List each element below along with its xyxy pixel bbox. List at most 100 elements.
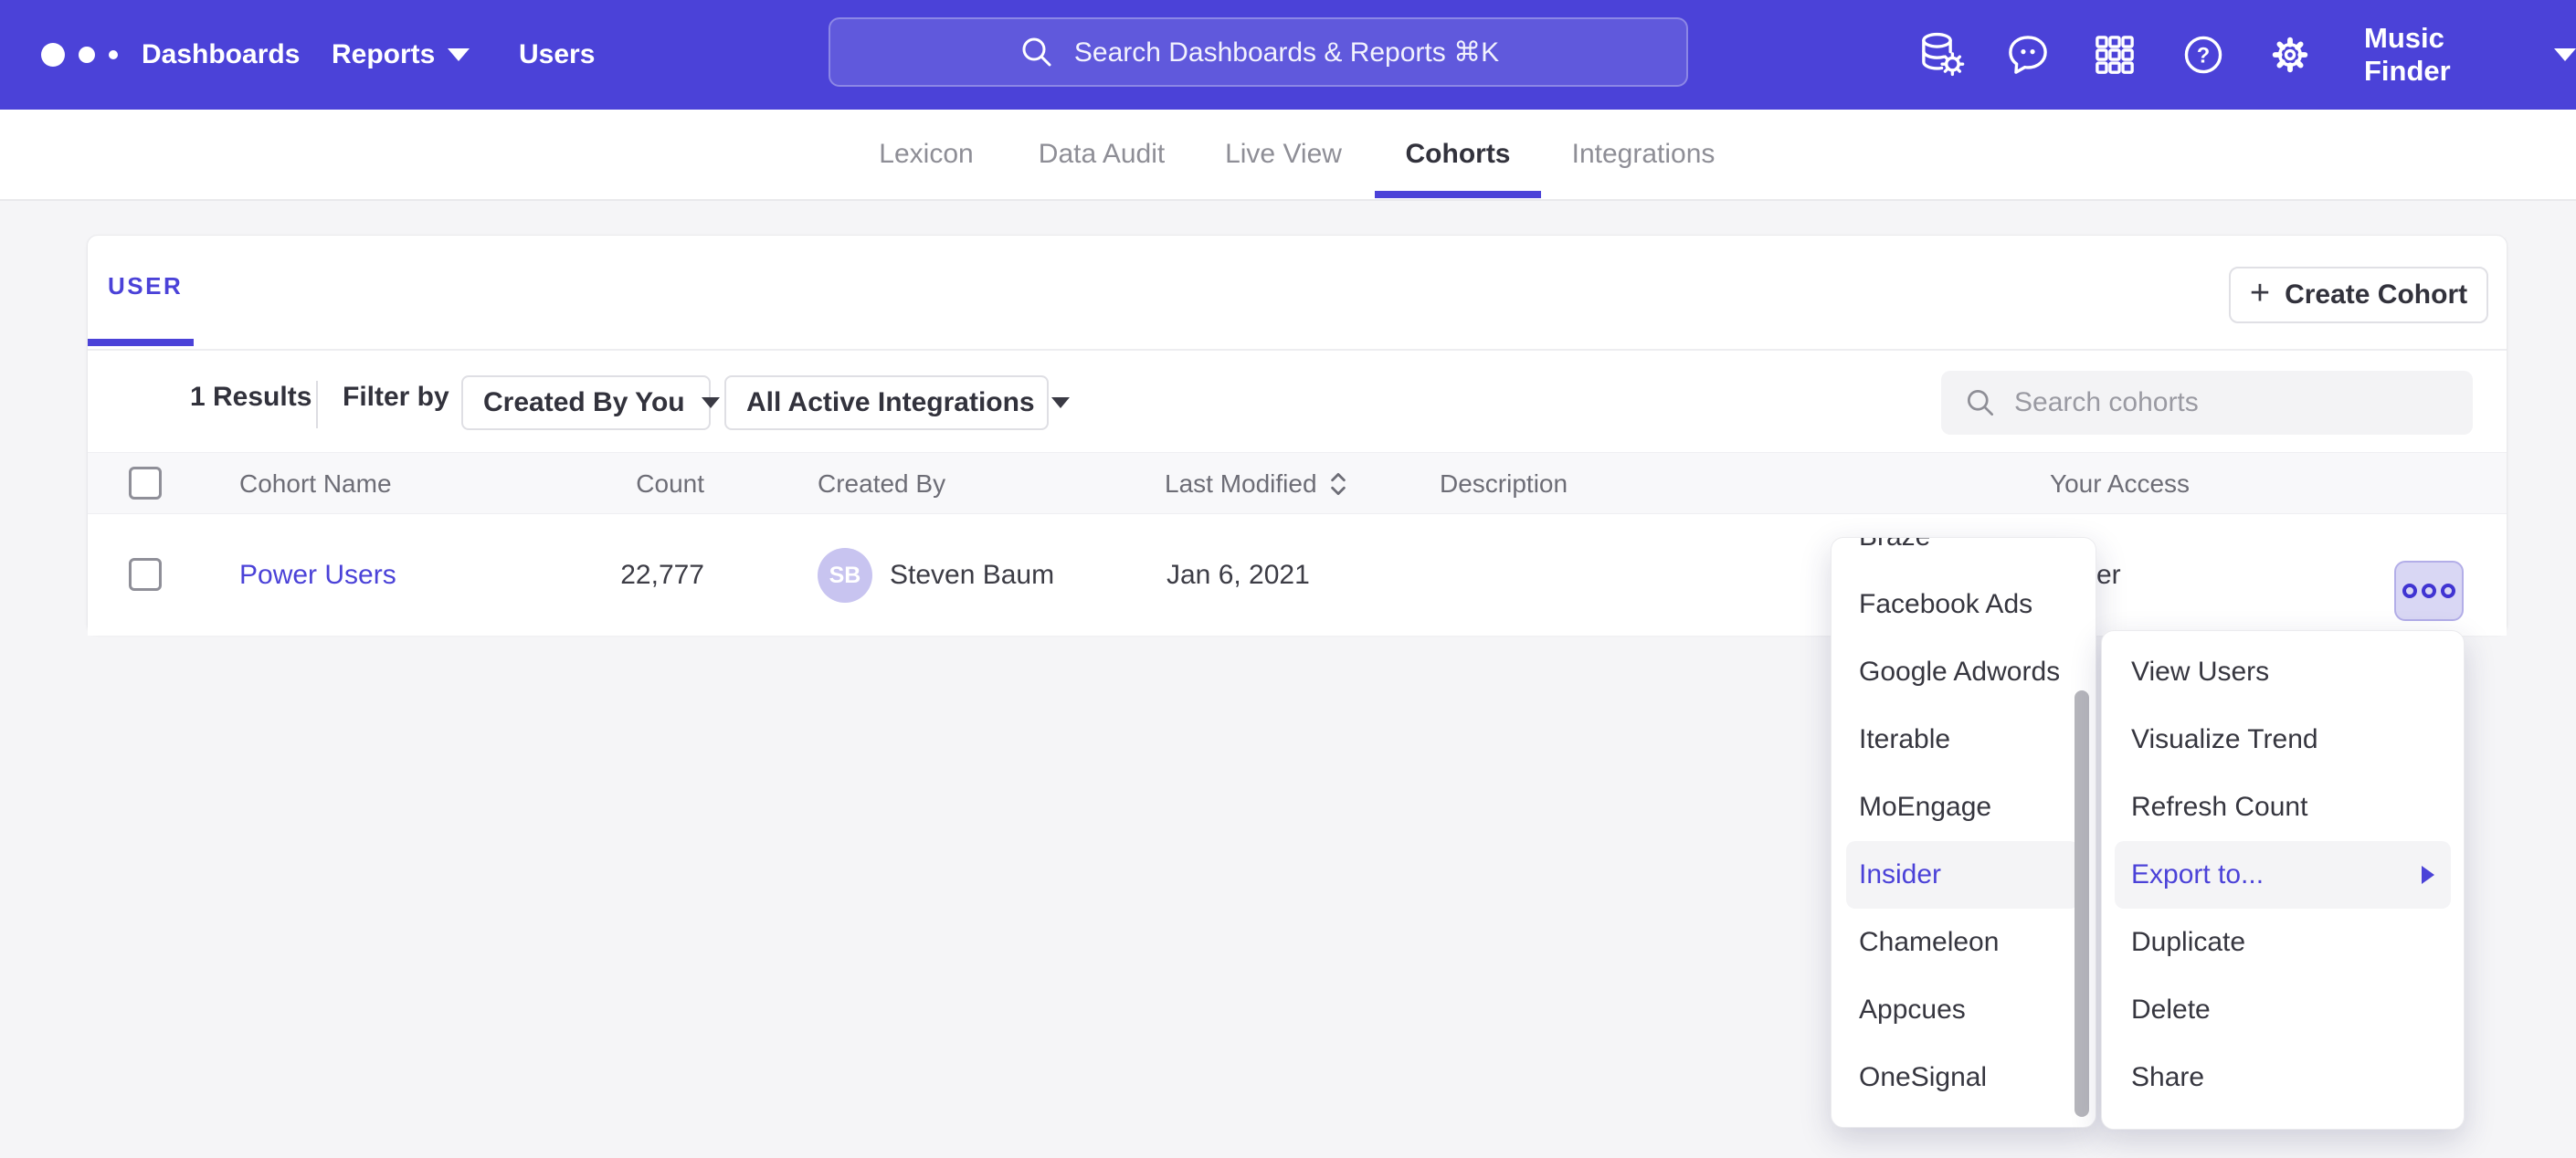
submenu-item-label: MoEngage: [1859, 792, 1991, 823]
menu-item-view-users[interactable]: View Users: [2115, 638, 2451, 706]
export-destinations-submenu: Braze Facebook Ads Google Adwords Iterab…: [1831, 537, 2096, 1128]
row-actions-list: View Users Visualize Trend Refresh Count…: [2102, 638, 2464, 1111]
tab-user-cohorts[interactable]: USER: [108, 272, 183, 300]
create-cohort-label: Create Cohort: [2285, 279, 2467, 311]
submenu-scrollbar[interactable]: [2075, 690, 2089, 1117]
chevron-down-icon: [702, 397, 720, 408]
results-count: 1 Results: [190, 382, 311, 413]
account-name: Music Finder: [2364, 22, 2530, 88]
nav-users[interactable]: Users: [519, 0, 595, 110]
submenu-item-moengage[interactable]: MoEngage: [1846, 774, 2079, 841]
export-destinations-list: Braze Facebook Ads Google Adwords Iterab…: [1832, 537, 2096, 1111]
submenu-item-label: Chameleon: [1859, 927, 1999, 958]
tab-live-view-label: Live View: [1225, 139, 1342, 170]
tab-cohorts[interactable]: Cohorts: [1406, 110, 1511, 199]
submenu-item-label: Facebook Ads: [1859, 589, 2032, 620]
created-by-filter-dropdown[interactable]: Created By You: [461, 375, 711, 430]
menu-item-delete[interactable]: Delete: [2115, 976, 2451, 1044]
feedback-button[interactable]: [2002, 29, 2053, 80]
menu-item-label: Visualize Trend: [2131, 724, 2318, 755]
select-all-checkbox[interactable]: [129, 467, 162, 500]
submenu-item-facebook-ads[interactable]: Facebook Ads: [1846, 571, 2079, 638]
menu-item-share[interactable]: Share: [2115, 1044, 2451, 1111]
apps-launcher-button[interactable]: [2089, 29, 2140, 80]
tab-integrations-label: Integrations: [1572, 139, 1716, 170]
table-header-row: Cohort Name Count Created By Last Modifi…: [88, 452, 2507, 514]
tab-lexicon[interactable]: Lexicon: [879, 110, 973, 199]
help-button[interactable]: ?: [2178, 29, 2229, 80]
column-header-count[interactable]: Count: [522, 453, 704, 515]
avatar-initials: SB: [829, 563, 861, 589]
database-gear-icon: [1916, 30, 1966, 79]
menu-item-label: Share: [2131, 1062, 2204, 1093]
column-header-last-modified[interactable]: Last Modified: [1165, 453, 1348, 515]
row-actions-button[interactable]: [2394, 561, 2464, 621]
help-icon: ?: [2179, 30, 2228, 79]
svg-text:?: ?: [2197, 44, 2210, 68]
secondary-navigation: Lexicon Data Audit Live View Cohorts Int…: [0, 110, 2576, 201]
submenu-arrow-icon: [2422, 866, 2434, 884]
submenu-item-appcues[interactable]: Appcues: [1846, 976, 2079, 1044]
column-header-cohort-name[interactable]: Cohort Name: [239, 453, 392, 515]
menu-item-duplicate[interactable]: Duplicate: [2115, 909, 2451, 976]
top-navigation-bar: Dashboards Reports Users Search Dashboar…: [0, 0, 2576, 110]
cohort-name-link[interactable]: Power Users: [239, 514, 396, 636]
tab-live-view[interactable]: Live View: [1225, 110, 1342, 199]
nav-reports[interactable]: Reports: [332, 0, 470, 110]
submenu-item-insider[interactable]: Insider: [1846, 841, 2079, 909]
data-management-button[interactable]: [1916, 29, 1967, 80]
global-search-bar[interactable]: Search Dashboards & Reports ⌘K: [829, 17, 1688, 87]
submenu-item-label: Braze: [1859, 537, 1930, 553]
create-cohort-button[interactable]: + Create Cohort: [2229, 267, 2488, 323]
integrations-filter-value: All Active Integrations: [746, 387, 1035, 418]
sort-icon[interactable]: [1328, 469, 1348, 499]
filter-by-label: Filter by: [343, 382, 449, 413]
search-cohorts-input[interactable]: Search cohorts: [1941, 371, 2473, 435]
cohort-count: 22,777: [499, 514, 704, 636]
chevron-down-icon: [2554, 48, 2576, 61]
tab-cohorts-label: Cohorts: [1406, 139, 1511, 170]
row-actions-context-menu: View Users Visualize Trend Refresh Count…: [2101, 630, 2465, 1130]
column-header-your-access[interactable]: Your Access: [2050, 453, 2190, 515]
plus-icon: +: [2250, 276, 2270, 311]
submenu-item-label: Appcues: [1859, 995, 1966, 1026]
submenu-item-google-adwords[interactable]: Google Adwords: [1846, 638, 2079, 706]
integrations-filter-dropdown[interactable]: All Active Integrations: [724, 375, 1049, 430]
tab-user-label: USER: [108, 272, 183, 300]
submenu-item-braze[interactable]: Braze: [1846, 537, 2079, 571]
nav-reports-label: Reports: [332, 39, 435, 70]
user-tab-indicator: [88, 339, 194, 346]
menu-item-visualize-trend[interactable]: Visualize Trend: [2115, 706, 2451, 774]
column-header-created-by[interactable]: Created By: [818, 453, 945, 515]
search-icon: [1018, 33, 1056, 71]
divider: [88, 349, 2507, 351]
tab-integrations[interactable]: Integrations: [1572, 110, 1716, 199]
submenu-item-iterable[interactable]: Iterable: [1846, 706, 2079, 774]
column-header-description[interactable]: Description: [1440, 453, 1568, 515]
chevron-down-icon: [1051, 397, 1070, 408]
menu-item-label: Duplicate: [2131, 927, 2245, 958]
table-row: Power Users 22,777 SB Steven Baum Jan 6,…: [88, 514, 2507, 636]
row-checkbox[interactable]: [129, 558, 162, 591]
tab-lexicon-label: Lexicon: [879, 139, 973, 170]
last-modified-date: Jan 6, 2021: [1167, 514, 1310, 636]
account-menu[interactable]: Music Finder: [2364, 0, 2576, 110]
nav-users-label: Users: [519, 39, 595, 70]
gear-icon: [2265, 30, 2315, 79]
chevron-down-icon: [448, 48, 470, 61]
submenu-item-label: OneSignal: [1859, 1062, 1987, 1093]
nav-dashboards[interactable]: Dashboards: [142, 0, 300, 110]
submenu-item-chameleon[interactable]: Chameleon: [1846, 909, 2079, 976]
menu-item-refresh-count[interactable]: Refresh Count: [2115, 774, 2451, 841]
brand-logo[interactable]: [40, 0, 132, 110]
divider: [316, 381, 318, 428]
logo-dots-icon: [40, 37, 132, 73]
tab-data-audit[interactable]: Data Audit: [1039, 110, 1165, 199]
created-by-filter-value: Created By You: [483, 387, 685, 418]
menu-item-export-to[interactable]: Export to...: [2115, 841, 2451, 909]
settings-button[interactable]: [2265, 29, 2316, 80]
submenu-item-onesignal[interactable]: OneSignal: [1846, 1044, 2079, 1111]
tab-data-audit-label: Data Audit: [1039, 139, 1165, 170]
chat-feedback-icon: [2003, 30, 2053, 79]
submenu-item-label: Google Adwords: [1859, 657, 2060, 688]
